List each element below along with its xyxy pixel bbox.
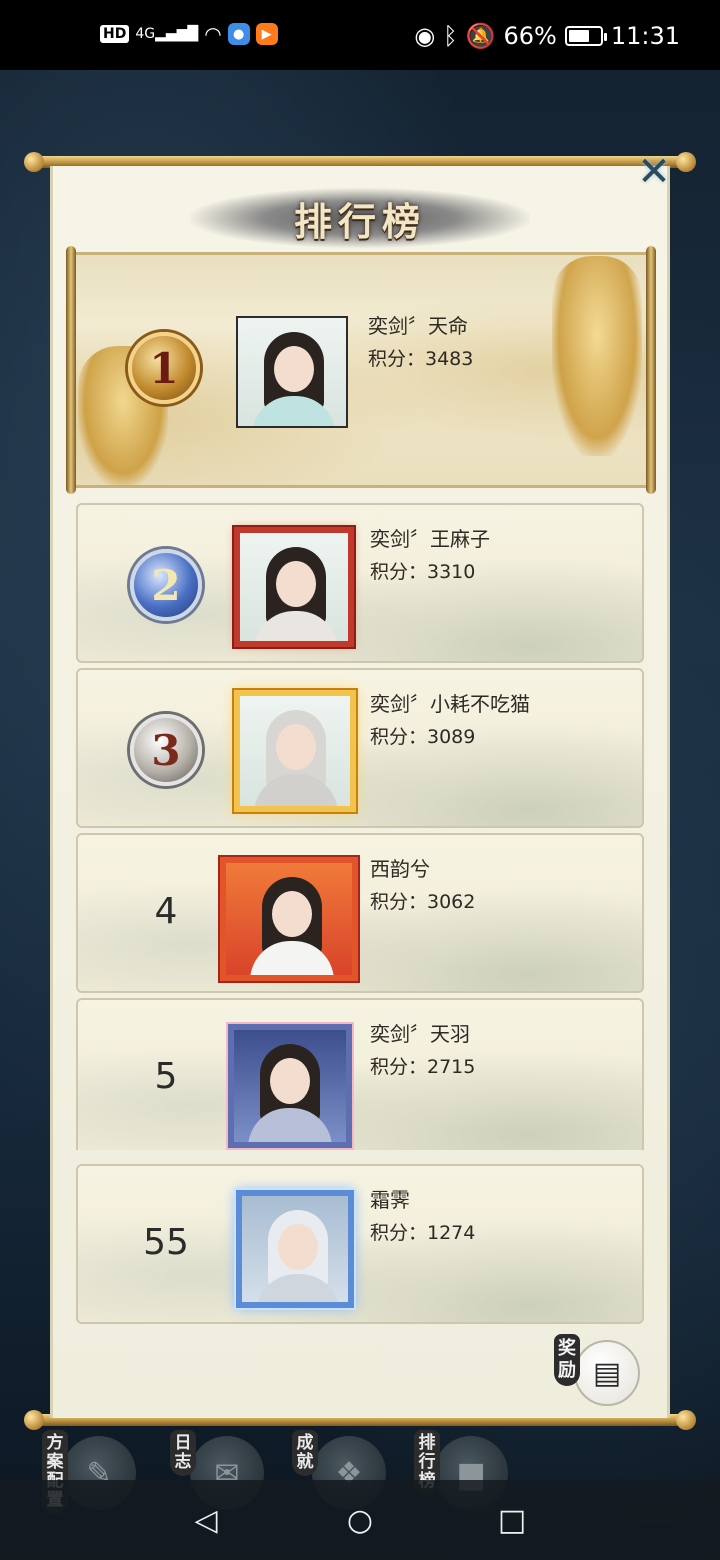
- player-name: 奕剑〞天羽: [370, 1022, 470, 1046]
- battery-percent: 66%: [503, 22, 557, 50]
- title-banner: 排行榜: [190, 188, 530, 248]
- player-avatar[interactable]: [228, 1024, 352, 1148]
- player-avatar[interactable]: [234, 527, 354, 647]
- player-name: 霜霁: [370, 1188, 410, 1212]
- avatar-face: [276, 561, 316, 607]
- nav-label: 成就: [292, 1430, 318, 1476]
- hd-badge: HD: [100, 25, 130, 43]
- player-avatar[interactable]: [220, 857, 358, 981]
- player-score: 积分：1274: [370, 1222, 476, 1244]
- avatar-face: [270, 1058, 310, 1104]
- avatar-face: [274, 346, 314, 392]
- rank-number: 2: [151, 560, 181, 610]
- reward-label: 奖励: [554, 1334, 580, 1386]
- battery-fill: [568, 30, 589, 42]
- rank-number: 55: [143, 1222, 189, 1263]
- player-avatar[interactable]: [234, 690, 356, 812]
- player-name: 奕剑〞天命: [368, 314, 468, 338]
- player-name: 西韵兮: [370, 857, 430, 881]
- treasure-chest-icon: ▤: [574, 1340, 640, 1406]
- rank-number: 1: [149, 343, 179, 393]
- video-app-icon: ▶: [255, 23, 278, 45]
- avatar-face: [276, 724, 316, 770]
- close-button[interactable]: ✕: [634, 152, 674, 192]
- recents-icon[interactable]: □: [492, 1500, 532, 1540]
- avatar-face: [278, 1224, 318, 1270]
- bluetooth-icon: ᛒ: [443, 22, 458, 50]
- nav-label: 日志: [170, 1430, 196, 1476]
- ranking-row-2[interactable]: 2 奕剑〞王麻子 积分：3310: [76, 503, 644, 663]
- scroll-rod-left: [66, 246, 76, 494]
- ranking-row-5[interactable]: 5 奕剑〞天羽 积分：2715: [76, 998, 644, 1150]
- home-icon[interactable]: ○: [340, 1500, 380, 1540]
- player-score: 积分：3310: [370, 561, 476, 583]
- battery-icon: [564, 26, 607, 46]
- reward-button[interactable]: ▤ 奖励: [548, 1328, 648, 1408]
- scroll-rod-right: [646, 246, 656, 494]
- network-type: 4G: [135, 26, 156, 42]
- signal-icon: 4G▂▄▆█: [135, 26, 199, 42]
- player-score: 积分：3089: [370, 726, 476, 748]
- avatar-face: [272, 891, 312, 937]
- phoenix-right-decoration: [552, 256, 642, 456]
- player-avatar[interactable]: [236, 1190, 354, 1308]
- eye-icon: ◉: [414, 22, 436, 50]
- back-icon[interactable]: ◁: [186, 1500, 226, 1540]
- player-avatar[interactable]: [236, 316, 348, 428]
- player-score: 积分：2715: [370, 1056, 476, 1078]
- rank-3-medal-icon: 3: [122, 706, 210, 794]
- rank-2-medal-icon: 2: [122, 541, 210, 629]
- player-score: 积分：3483: [368, 348, 474, 370]
- mute-bell-icon: 🔕: [465, 22, 496, 50]
- my-ranking-row[interactable]: 55 霜霁 积分：1274: [76, 1164, 644, 1324]
- player-name: 奕剑〞小耗不吃猫: [370, 692, 530, 716]
- first-place-banner[interactable]: 1 奕剑〞天命 积分：3483: [66, 246, 656, 494]
- page-title: 排行榜: [293, 198, 426, 244]
- status-bar: HD 4G▂▄▆█ ◠ ● ▶ ◉ ᛒ 🔕 66% 11:31: [0, 0, 720, 70]
- rank-1-medal-icon: 1: [120, 324, 208, 422]
- player-name: 奕剑〞王麻子: [370, 527, 490, 551]
- ranking-row-3[interactable]: 3 奕剑〞小耗不吃猫 积分：3089: [76, 668, 644, 828]
- browser-app-icon: ●: [227, 23, 250, 45]
- clock: 11:31: [610, 22, 680, 50]
- rank-number: 3: [151, 725, 181, 775]
- wifi-icon: ◠: [204, 22, 222, 46]
- ranking-row-4[interactable]: 4 西韵兮 积分：3062: [76, 833, 644, 993]
- player-score: 积分：3062: [370, 891, 476, 913]
- system-navigation-bar: ◁ ○ □: [0, 1480, 720, 1560]
